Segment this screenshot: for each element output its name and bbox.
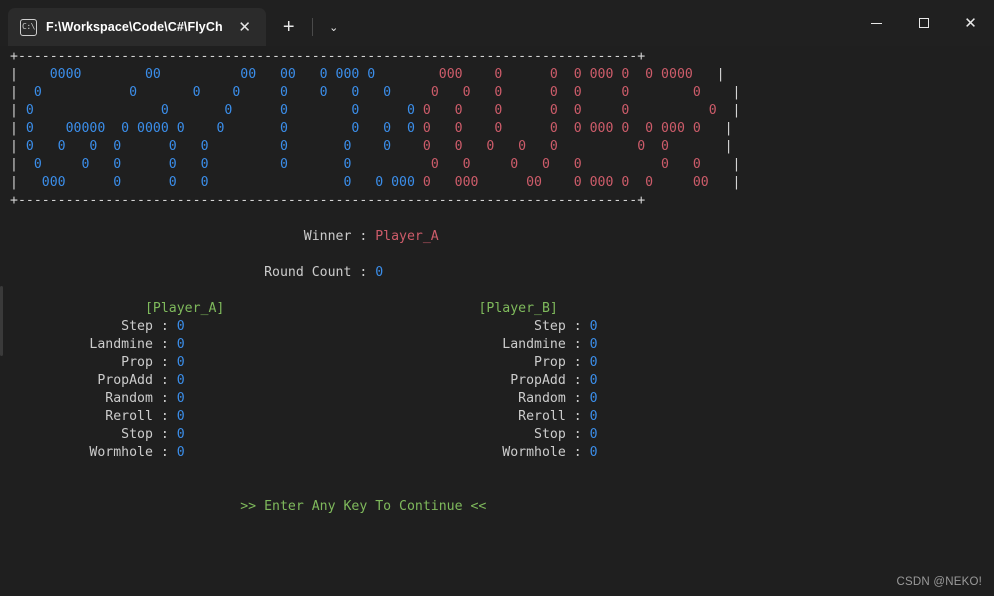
minimize-button[interactable] <box>853 0 900 46</box>
new-tab-button[interactable]: + <box>272 10 306 44</box>
scrollbar-thumb[interactable] <box>0 286 3 356</box>
tab-title: F:\Workspace\Code\C#\FlyCh <box>46 20 223 34</box>
maximize-button[interactable] <box>900 0 947 46</box>
close-window-button[interactable]: ✕ <box>947 0 994 46</box>
window-controls: ✕ <box>853 0 994 46</box>
console-surface[interactable]: +---------------------------------------… <box>0 46 994 596</box>
chevron-down-icon[interactable]: ⌄ <box>317 10 351 44</box>
console-scrollbar[interactable] <box>0 46 3 596</box>
tab-flychess[interactable]: C:\ F:\Workspace\Code\C#\FlyCh ✕ <box>8 8 266 46</box>
tab-strip: C:\ F:\Workspace\Code\C#\FlyCh ✕ + ⌄ <box>0 0 351 46</box>
close-tab-icon[interactable]: ✕ <box>232 14 258 40</box>
title-bar: C:\ F:\Workspace\Code\C#\FlyCh ✕ + ⌄ ✕ <box>0 0 994 46</box>
terminal-icon: C:\ <box>20 18 37 36</box>
console-text: +---------------------------------------… <box>10 49 741 514</box>
tab-separator <box>311 18 313 36</box>
terminal-window: C:\ F:\Workspace\Code\C#\FlyCh ✕ + ⌄ ✕ +… <box>0 0 994 596</box>
watermark: CSDN @NEKO! <box>896 576 982 588</box>
